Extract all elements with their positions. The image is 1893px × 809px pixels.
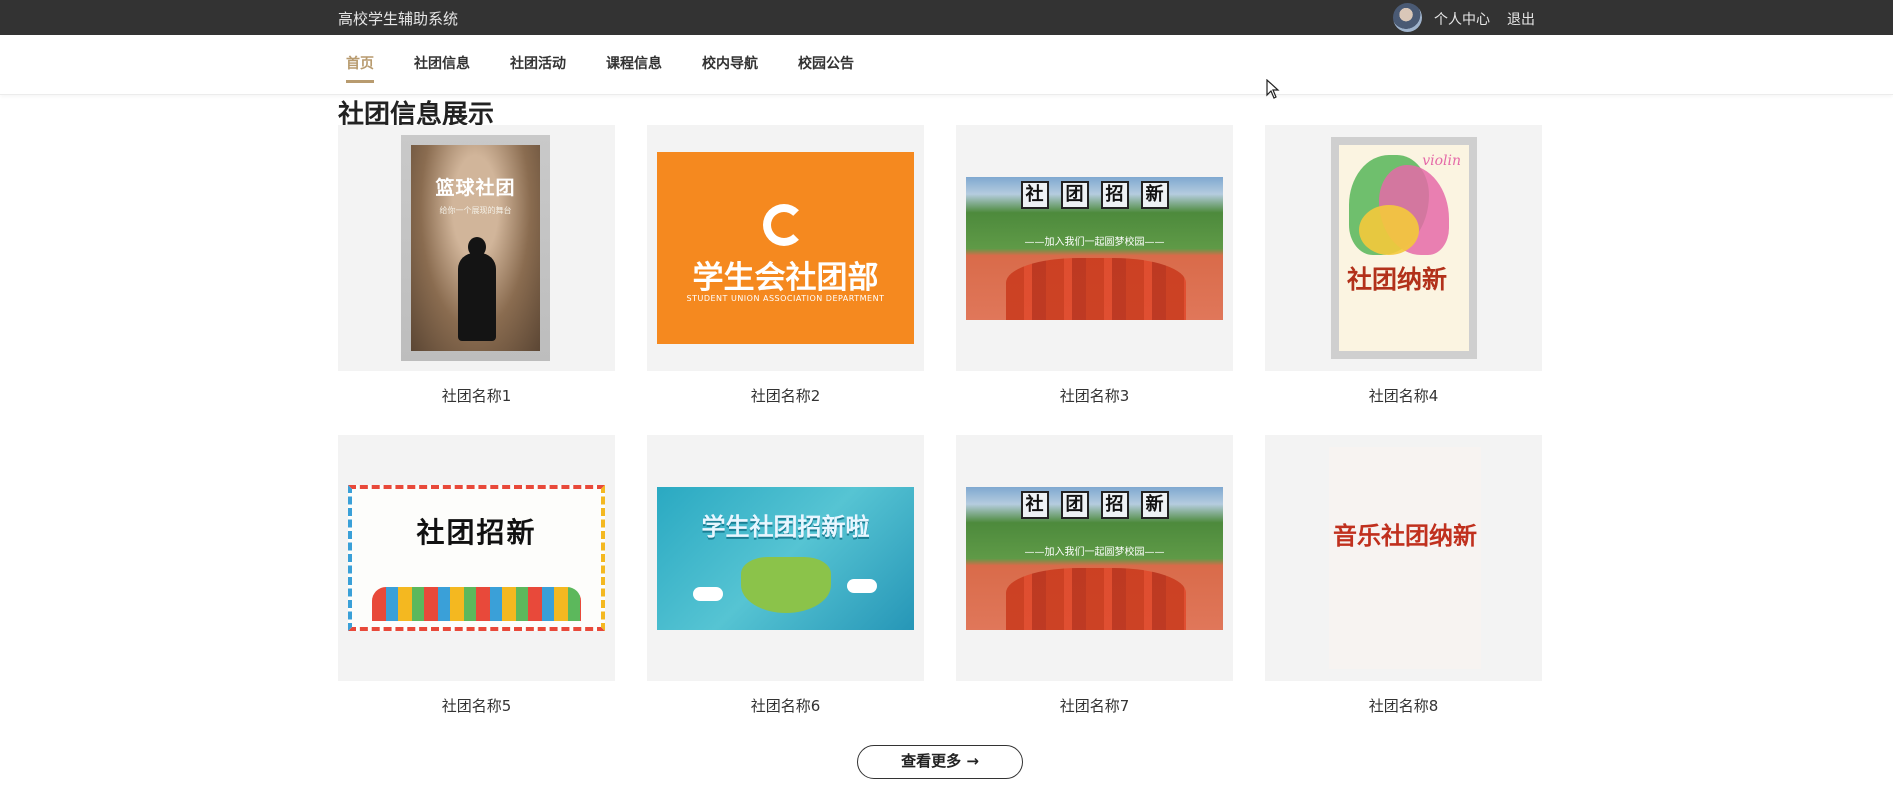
club-card[interactable]: 音乐社团纳新 社团名称8 [1265,435,1542,716]
club-name: 社团名称5 [441,697,512,715]
nav-campus-announcements[interactable]: 校园公告 [798,53,854,73]
club-name: 社团名称6 [750,697,821,715]
violin-poster: violin 社团纳新 [1331,137,1477,359]
basketball-poster: 篮球社团 给你一个展现的舞台 [401,135,550,361]
recruitment-poster: 社团招新 ——加入我们一起圆梦校园—— [966,487,1223,630]
club-image: 篮球社团 给你一个展现的舞台 [338,125,615,371]
nav-club-info[interactable]: 社团信息 [414,53,470,73]
top-bar: 高校学生辅助系统 个人中心 退出 [0,0,1893,35]
club-image: 音乐社团纳新 [1265,435,1542,681]
club-image: 社团招新 ——加入我们一起圆梦校园—— [956,125,1233,371]
club-image: 学生社团招新啦 [647,435,924,681]
mouse-cursor-icon [1266,79,1280,99]
recruitment-poster: 学生社团招新啦 [657,487,914,630]
club-card[interactable]: 社团招新 社团名称5 [338,435,615,716]
club-name: 社团名称7 [1059,697,1130,715]
club-name: 社团名称3 [1059,387,1130,405]
nav-campus-navigation[interactable]: 校内导航 [702,53,758,73]
nav-course-info[interactable]: 课程信息 [606,53,662,73]
club-card[interactable]: 社团招新 ——加入我们一起圆梦校园—— 社团名称3 [956,125,1233,406]
club-card[interactable]: 学生会社团部 STUDENT UNION ASSOCIATION DEPARTM… [647,125,924,406]
club-image: violin 社团纳新 [1265,125,1542,371]
club-name: 社团名称8 [1368,697,1439,715]
recruitment-poster: 社团招新 ——加入我们一起圆梦校园—— [966,177,1223,320]
recruitment-poster: 社团招新 [348,485,605,631]
club-name: 社团名称4 [1368,387,1439,405]
profile-link[interactable]: 个人中心 [1434,9,1490,29]
main-nav: 首页 社团信息 社团活动 课程信息 校内导航 校园公告 [0,35,1893,95]
music-club-poster: 音乐社团纳新 [1329,447,1481,669]
student-union-poster: 学生会社团部 STUDENT UNION ASSOCIATION DEPARTM… [657,152,914,344]
club-card[interactable]: 社团招新 ——加入我们一起圆梦校园—— 社团名称7 [956,435,1233,716]
club-image: 学生会社团部 STUDENT UNION ASSOCIATION DEPARTM… [647,125,924,371]
avatar[interactable] [1393,3,1422,32]
nav-club-activities[interactable]: 社团活动 [510,53,566,73]
club-card[interactable]: 篮球社团 给你一个展现的舞台 社团名称1 [338,125,615,406]
view-more-button[interactable]: 查看更多 → [857,745,1023,779]
club-card[interactable]: violin 社团纳新 社团名称4 [1265,125,1542,406]
nav-home[interactable]: 首页 [346,53,374,83]
club-name: 社团名称1 [441,387,512,405]
club-image: 社团招新 [338,435,615,681]
club-card[interactable]: 学生社团招新啦 社团名称6 [647,435,924,716]
club-name: 社团名称2 [750,387,821,405]
club-image: 社团招新 ——加入我们一起圆梦校园—— [956,435,1233,681]
logout-link[interactable]: 退出 [1507,9,1535,29]
app-title: 高校学生辅助系统 [338,10,459,28]
